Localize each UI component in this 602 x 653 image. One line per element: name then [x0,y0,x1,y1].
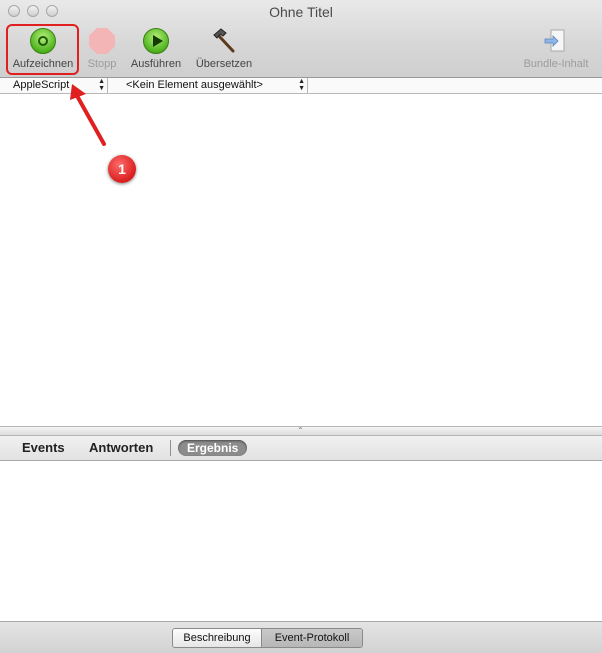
tab-separator [170,440,171,456]
element-popup-value: <Kein Element ausgewählt> [126,79,263,91]
bundle-contents-button[interactable]: Bundle-Inhalt [518,28,594,74]
compile-label: Übersetzen [195,58,253,70]
annotation-arrow [70,84,106,146]
event-log-segment[interactable]: Event-Protokoll [262,629,362,647]
run-button[interactable]: Ausführen [127,28,185,74]
tab-replies[interactable]: Antworten [89,440,153,455]
tab-events[interactable]: Events [22,440,65,455]
compile-button[interactable]: Übersetzen [192,28,256,74]
script-editor-window: Ohne Titel Aufzeichnen Stopp Ausführen Ü… [0,0,602,653]
bottom-bar: Beschreibung Event-Protokoll [0,621,602,653]
bundle-label: Bundle-Inhalt [523,58,589,70]
description-segment[interactable]: Beschreibung [173,629,262,647]
result-area[interactable] [0,461,602,621]
bundle-icon [543,28,569,54]
stop-icon [89,28,115,54]
stop-button[interactable]: Stopp [84,28,120,74]
toolbar: Ohne Titel Aufzeichnen Stopp Ausführen Ü… [0,0,602,78]
split-view-divider[interactable]: ⌃ [0,426,602,436]
result-tab-bar: Events Antworten Ergebnis [0,436,602,461]
element-popup[interactable]: <Kein Element ausgewählt> ▲ ▼ [108,78,308,93]
record-highlight-box [6,24,79,75]
play-icon [143,28,169,54]
hammer-icon [211,28,237,54]
splitter-handle-icon: ⌃ [297,426,304,435]
view-segmented-control: Beschreibung Event-Protokoll [172,628,363,648]
tab-result[interactable]: Ergebnis [178,440,248,456]
run-label: Ausführen [130,58,182,70]
annotation-badge: 1 [108,155,136,183]
popup-arrows-icon: ▲ ▼ [298,78,305,92]
window-title: Ohne Titel [269,4,333,20]
stop-label: Stopp [87,58,117,70]
